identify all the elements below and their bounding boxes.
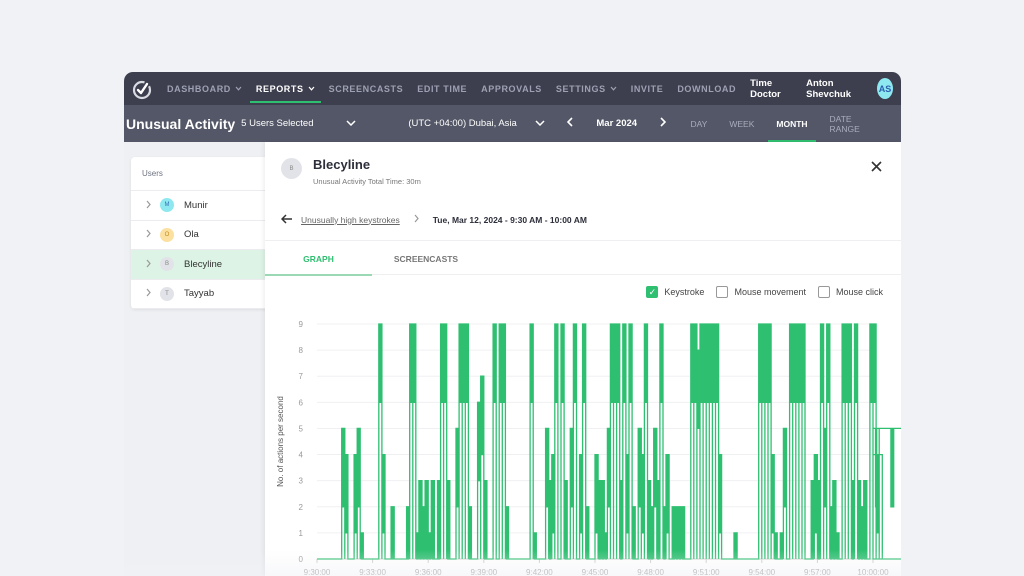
y-tick-label: 1 — [299, 529, 304, 538]
user-list-item[interactable]: O Ola — [131, 221, 271, 250]
chevron-right-icon[interactable] — [146, 259, 160, 270]
previous-period-button[interactable] — [566, 117, 573, 130]
app-window: DASHBOARD REPORTS SCREENCASTS EDIT TIME APPR… — [124, 72, 901, 576]
chevron-down-icon — [610, 84, 617, 93]
panel-tabs: GRAPH SCREENCASTS — [265, 243, 901, 276]
nav-item-dashboard[interactable]: DASHBOARD — [167, 72, 242, 105]
y-tick-label: 3 — [299, 477, 304, 486]
timezone-dropdown[interactable]: (UTC +04:00) Dubai, Asia — [408, 118, 545, 129]
activity-chart: 01234567899:30:009:33:009:36:009:39:009:… — [265, 302, 901, 576]
mouse-click-label: Mouse click — [835, 287, 883, 297]
y-axis-label: No. of actions per second — [276, 396, 285, 487]
range-tab-month[interactable]: MONTH — [768, 105, 816, 142]
nav-item-label: REPORTS — [255, 83, 304, 94]
user-name: Tayyab — [184, 288, 215, 300]
activity-chart-svg: 01234567899:30:009:33:009:36:009:39:009:… — [276, 320, 901, 576]
users-list-card: Users M Munir O Ola B Blecyline T Tayyab — [131, 157, 271, 309]
user-avatar[interactable]: AS — [877, 78, 893, 99]
company-name[interactable]: Time Doctor — [750, 78, 792, 100]
nav-item-label: DASHBOARD — [167, 83, 231, 94]
nav-item-invite[interactable]: INVITE — [631, 72, 664, 105]
y-tick-label: 5 — [299, 424, 304, 433]
keystroke-label: Keystroke — [664, 287, 705, 297]
close-icon[interactable] — [871, 160, 882, 176]
breadcrumb: Unusually high keystrokes Tue, Mar 12, 2… — [280, 212, 587, 227]
nav-item-label: EDIT TIME — [417, 83, 468, 94]
time-doctor-logo-icon[interactable] — [131, 78, 153, 100]
user-avatar: O — [160, 227, 174, 242]
users-list-header: Users — [131, 157, 271, 191]
y-tick-label: 9 — [299, 320, 304, 329]
breadcrumb-current: Tue, Mar 12, 2024 - 9:30 AM - 10:00 AM — [432, 214, 587, 225]
user-avatar: T — [160, 286, 174, 301]
timezone-value: (UTC +04:00) Dubai, Asia — [408, 118, 517, 129]
chevron-right-icon[interactable] — [146, 229, 160, 240]
nav-item-label: INVITE — [630, 83, 664, 94]
user-name: Blecyline — [184, 258, 223, 270]
mouse-click-toggle[interactable]: Mouse click — [817, 286, 883, 298]
user-avatar: M — [160, 198, 174, 213]
user-list-item[interactable]: B Blecyline — [131, 250, 271, 280]
chevron-right-icon[interactable] — [146, 288, 160, 299]
panel-user-avatar: B — [281, 158, 302, 179]
divider — [265, 240, 901, 241]
chevron-right-icon[interactable] — [146, 200, 160, 211]
range-tab-week[interactable]: WEEK — [729, 105, 754, 142]
back-arrow-icon[interactable] — [280, 212, 293, 227]
period-navigator: Mar 2024 — [566, 117, 667, 130]
next-period-button[interactable] — [660, 117, 667, 130]
top-navigation: DASHBOARD REPORTS SCREENCASTS EDIT TIME APPR… — [124, 72, 901, 105]
chevron-down-icon — [235, 84, 242, 93]
user-list-item[interactable]: M Munir — [131, 191, 271, 221]
breadcrumb-link[interactable]: Unusually high keystrokes — [301, 215, 400, 225]
chevron-right-icon — [414, 214, 419, 225]
nav-item-download[interactable]: DOWNLOAD — [677, 72, 736, 105]
y-tick-label: 8 — [299, 346, 304, 355]
mouse-movement-toggle[interactable]: Mouse movement — [716, 286, 806, 298]
page-title: Unusual Activity — [126, 115, 236, 132]
chevron-down-icon — [308, 84, 315, 93]
user-list-item[interactable]: T Tayyab — [131, 280, 271, 309]
nav-item-settings[interactable]: SETTINGS — [556, 72, 617, 105]
nav-item-screencasts[interactable]: SCREENCASTS — [329, 72, 404, 105]
y-tick-label: 6 — [299, 398, 304, 407]
users-select-value: 5 Users Selected — [241, 118, 314, 129]
chevron-down-icon — [346, 118, 356, 129]
user-name: Munir — [184, 199, 208, 211]
keystroke-checkbox[interactable]: ✓ — [646, 286, 659, 298]
mouse-click-checkbox[interactable] — [817, 286, 830, 298]
user-avatar: B — [160, 257, 174, 272]
nav-item-label: DOWNLOAD — [677, 83, 737, 94]
y-tick-label: 7 — [299, 372, 304, 381]
nav-item-label: SETTINGS — [555, 83, 606, 94]
series-toggles: ✓ Keystroke Mouse movement Mouse click — [634, 286, 883, 298]
nav-item-reports[interactable]: REPORTS — [249, 72, 321, 105]
nav-item-label: APPROVALS — [481, 83, 542, 94]
user-name: Ola — [184, 229, 199, 241]
nav-item-edit-time[interactable]: EDIT TIME — [417, 72, 467, 105]
users-select-dropdown[interactable]: 5 Users Selected — [241, 118, 356, 129]
tab-graph[interactable]: GRAPH — [265, 243, 372, 276]
mouse-movement-label: Mouse movement — [734, 287, 806, 297]
y-tick-label: 4 — [299, 451, 304, 460]
panel-user-name: Blecyline — [313, 157, 371, 172]
user-activity-panel: B Blecyline Unusual Activity Total Time:… — [265, 142, 901, 576]
bottom-fade — [0, 550, 1024, 576]
user-name[interactable]: Anton Shevchuk — [806, 78, 863, 100]
range-tab-date-range[interactable]: DATE RANGE — [830, 105, 879, 142]
y-tick-label: 2 — [299, 503, 304, 512]
keystroke-series-line — [317, 323, 901, 560]
range-tab-day[interactable]: DAY — [690, 105, 707, 142]
mouse-movement-checkbox[interactable] — [716, 286, 729, 298]
chevron-down-icon — [535, 118, 545, 129]
nav-item-approvals[interactable]: APPROVALS — [481, 72, 542, 105]
panel-subtitle: Unusual Activity Total Time: 30m — [313, 177, 421, 186]
current-period: Mar 2024 — [596, 118, 638, 129]
nav-item-label: SCREENCASTS — [328, 83, 404, 94]
tab-screencasts[interactable]: SCREENCASTS — [372, 243, 480, 275]
sub-navigation: Unusual Activity 5 Users Selected (UTC +… — [124, 105, 901, 142]
keystroke-toggle[interactable]: ✓ Keystroke — [646, 286, 704, 298]
